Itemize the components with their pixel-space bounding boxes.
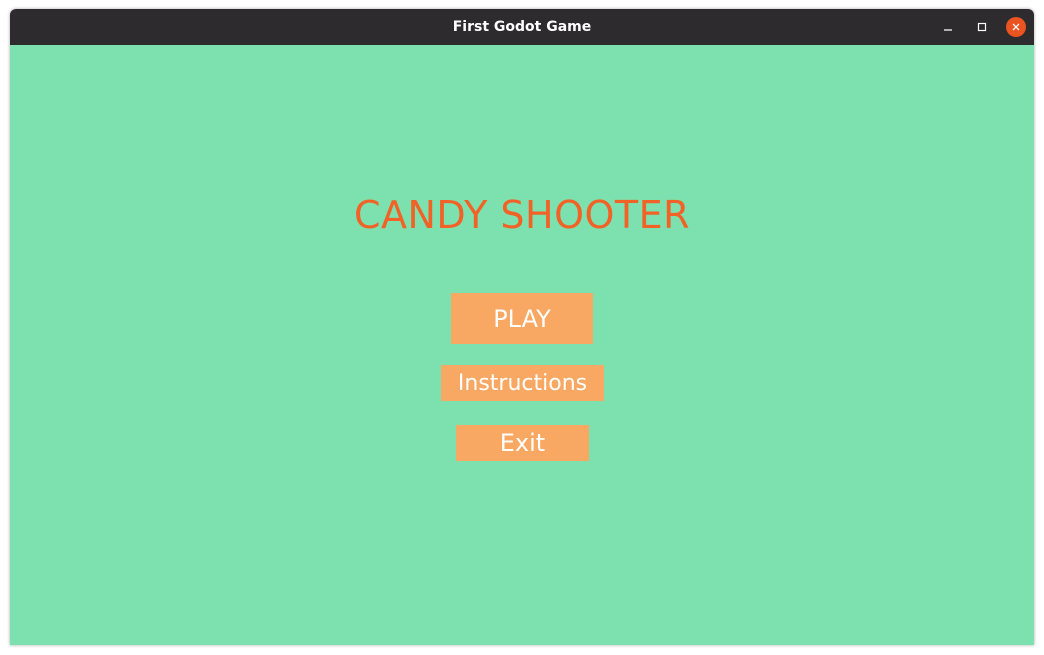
maximize-icon (977, 22, 987, 32)
game-viewport: CANDY SHOOTER PLAY Instructions Exit (10, 45, 1034, 645)
exit-button[interactable]: Exit (456, 425, 589, 461)
game-title: CANDY SHOOTER (353, 193, 691, 237)
play-button-label: PLAY (493, 304, 551, 333)
instructions-button[interactable]: Instructions (441, 365, 604, 401)
close-icon (1012, 23, 1020, 31)
close-button[interactable] (1006, 17, 1026, 37)
minimize-button[interactable] (938, 17, 958, 37)
instructions-button-label: Instructions (457, 370, 588, 396)
title-bar[interactable]: First Godot Game (10, 9, 1034, 45)
play-button[interactable]: PLAY (451, 293, 593, 344)
maximize-button[interactable] (972, 17, 992, 37)
window-title: First Godot Game (452, 19, 592, 35)
exit-button-label: Exit (499, 429, 546, 457)
minimize-icon (944, 29, 952, 31)
game-window: First Godot Game CANDY SHOOTER PLAY Inst… (10, 9, 1034, 645)
